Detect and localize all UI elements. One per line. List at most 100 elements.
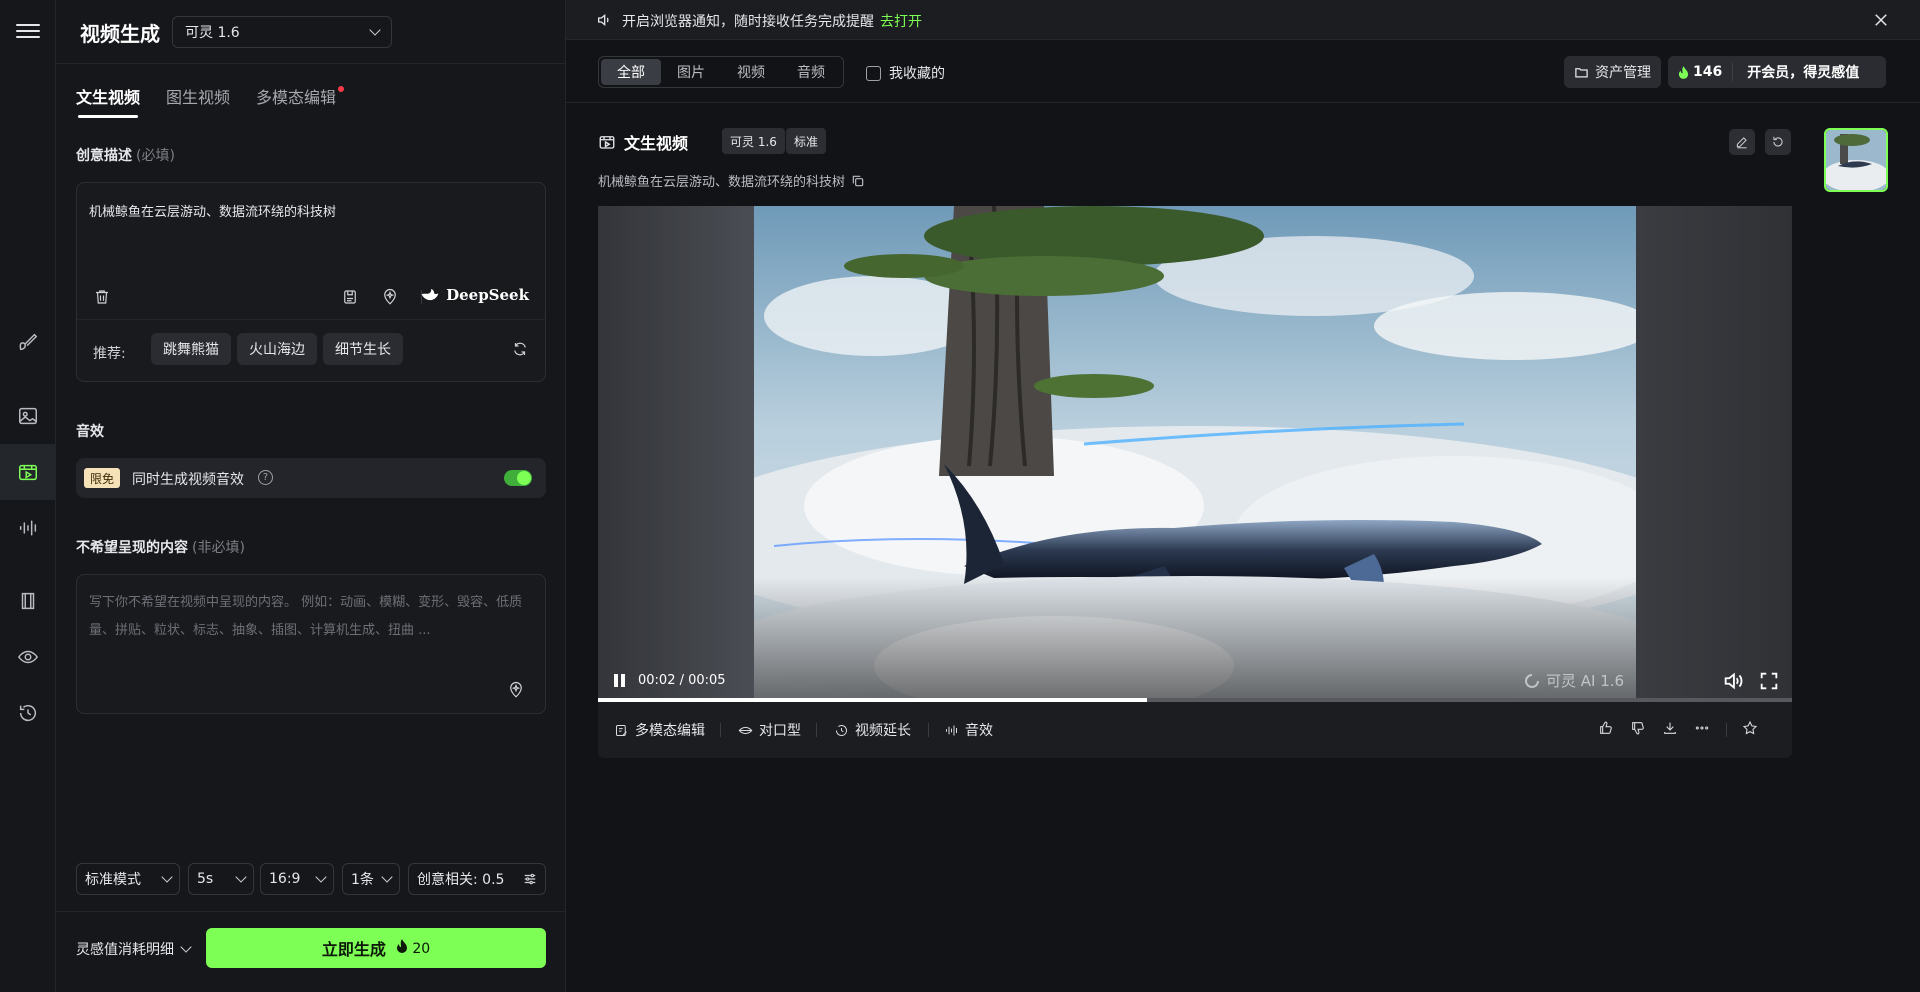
multimodal-edit-button[interactable]: 多模态编辑 xyxy=(614,720,705,740)
document-icon xyxy=(344,290,356,304)
template-button[interactable] xyxy=(339,286,361,308)
cost-detail-toggle[interactable]: 灵感值消耗明细 xyxy=(76,939,192,959)
filter-video[interactable]: 视频 xyxy=(721,59,781,85)
tab-multimodal-edit[interactable]: 多模态编辑 xyxy=(256,84,345,118)
left-rail xyxy=(0,0,56,992)
result-prompt-text: 机械鲸鱼在云层游动、数据流环绕的科技树 xyxy=(598,175,846,190)
mode-select[interactable]: 标准模式 xyxy=(76,863,180,895)
sidebar-item-video[interactable] xyxy=(0,444,56,500)
download-button[interactable] xyxy=(1662,720,1680,738)
sidebar-item-explore[interactable] xyxy=(0,314,56,370)
result-title: 文生视频 xyxy=(624,134,689,153)
fullscreen-icon[interactable] xyxy=(1758,670,1780,692)
chevron-down-icon xyxy=(235,871,247,883)
page-title: 视频生成 xyxy=(80,22,160,46)
count-value: 1条 xyxy=(351,872,374,888)
asset-management-label: 资产管理 xyxy=(1595,65,1651,81)
audio-option-label: 同时生成视频音效 xyxy=(132,472,244,488)
video-player[interactable] xyxy=(598,206,1792,700)
filter-audio[interactable]: 音频 xyxy=(781,59,841,85)
menu-icon[interactable] xyxy=(16,20,40,44)
mode-tabs: 文生视频 图生视频 多模态编辑 xyxy=(76,84,345,118)
volume-icon[interactable] xyxy=(1722,670,1744,692)
filter-all[interactable]: 全部 xyxy=(601,59,661,85)
sound-effect-button[interactable]: 音效 xyxy=(944,720,993,740)
video-extend-button[interactable]: 视频延长 xyxy=(834,720,911,740)
result-prompt: 机械鲸鱼在云层游动、数据流环绕的科技树 xyxy=(598,171,865,190)
enable-notification-link[interactable]: 去打开 xyxy=(880,14,922,30)
generate-label: 立即生成 xyxy=(321,940,386,959)
tab-image-to-video[interactable]: 图生视频 xyxy=(166,84,230,118)
brush-icon xyxy=(19,333,38,351)
sidebar-item-model[interactable] xyxy=(0,573,56,629)
favorite-button[interactable] xyxy=(1742,720,1760,738)
lips-icon xyxy=(738,726,753,734)
negative-hint: (非必填) xyxy=(192,540,245,556)
count-select[interactable]: 1条 xyxy=(342,863,400,895)
filter-image[interactable]: 图片 xyxy=(661,59,721,85)
edit-image-icon xyxy=(616,724,627,736)
creativity-setting[interactable]: 创意相关: 0.5 xyxy=(408,863,546,895)
membership-button[interactable]: 146 开会员，得灵感值 xyxy=(1668,56,1886,88)
result-thumbnail[interactable] xyxy=(1824,128,1888,192)
asset-management-button[interactable]: 资产管理 xyxy=(1564,56,1661,88)
magic-pin-icon xyxy=(384,288,396,305)
watermark: 可灵 AI 1.6 xyxy=(1524,670,1624,691)
enhance-button[interactable] xyxy=(379,286,401,308)
refresh-button[interactable] xyxy=(509,338,531,360)
ratio-select[interactable]: 16:9 xyxy=(260,863,334,895)
sliders-icon xyxy=(524,873,536,885)
checkbox[interactable] xyxy=(866,65,881,81)
tab-label: 多模态编辑 xyxy=(256,88,337,107)
deepseek-label: DeepSeek xyxy=(446,286,529,304)
more-button[interactable] xyxy=(1694,720,1712,738)
video-frame xyxy=(754,206,1636,700)
divider xyxy=(720,723,721,737)
negative-prompt-input[interactable]: 写下你不希望在视频中呈现的内容。 例如：动画、模糊、变形、毁容、低质量、拼贴、粒… xyxy=(89,589,533,645)
undo-icon xyxy=(1773,136,1783,147)
magic-pin-icon xyxy=(510,681,522,698)
divider xyxy=(1726,723,1727,737)
enhance-negative-button[interactable] xyxy=(505,679,527,701)
prompt-input[interactable]: 机械鲸鱼在云层游动、数据流环绕的科技树 xyxy=(89,201,336,220)
recommend-label: 推荐: xyxy=(93,346,126,362)
filter-tabs: 全部 图片 视频 音频 xyxy=(598,56,844,88)
deepseek-button[interactable]: DeepSeek xyxy=(420,286,529,304)
sidebar-item-eye[interactable] xyxy=(0,629,56,685)
recommend-chip[interactable]: 火山海边 xyxy=(237,333,317,365)
notification-text: 开启浏览器通知，随时接收任务完成提醒 去打开 xyxy=(622,11,922,31)
help-icon[interactable]: ? xyxy=(258,470,273,485)
divider xyxy=(928,723,929,737)
app-root: 视频生成 可灵 1.6 文生视频 图生视频 多模态编辑 创意描述 (必填) 机械鲸… xyxy=(0,0,1920,992)
sidebar-item-audio[interactable] xyxy=(0,500,56,556)
favorites-filter[interactable]: 我收藏的 xyxy=(866,63,945,83)
thumbnail-image xyxy=(1826,130,1886,190)
edit-button[interactable] xyxy=(1729,129,1755,155)
generate-button[interactable]: 立即生成 20 xyxy=(206,928,546,968)
thumbs-down-icon xyxy=(1632,722,1644,735)
speaker-icon xyxy=(598,13,609,27)
whale-icon xyxy=(421,289,439,301)
sidebar-item-image[interactable] xyxy=(0,388,56,444)
close-icon[interactable] xyxy=(1872,11,1890,29)
audio-toggle[interactable] xyxy=(504,470,532,486)
membership-label: 开会员，得灵感值 xyxy=(1747,65,1860,81)
regenerate-button[interactable] xyxy=(1765,129,1791,155)
negative-label: 不希望呈现的内容 (非必填) xyxy=(76,537,245,557)
tab-text-to-video[interactable]: 文生视频 xyxy=(76,84,140,118)
copy-icon[interactable] xyxy=(851,174,865,188)
sidebar-item-history[interactable] xyxy=(0,685,56,741)
history-icon xyxy=(19,704,36,722)
lip-sync-button[interactable]: 对口型 xyxy=(738,720,801,740)
delete-button[interactable] xyxy=(91,286,113,308)
model-select[interactable]: 可灵 1.6 xyxy=(172,16,392,48)
dislike-button[interactable] xyxy=(1630,720,1648,738)
divider xyxy=(77,319,545,320)
credit-value: 146 xyxy=(1693,64,1723,80)
recommend-chip[interactable]: 细节生长 xyxy=(323,333,403,365)
pause-icon[interactable] xyxy=(614,674,626,687)
duration-select[interactable]: 5s xyxy=(188,863,254,895)
recommend-chip[interactable]: 跳舞熊猫 xyxy=(151,333,231,365)
model-tag: 可灵 1.6 xyxy=(722,128,785,154)
like-button[interactable] xyxy=(1598,720,1616,738)
